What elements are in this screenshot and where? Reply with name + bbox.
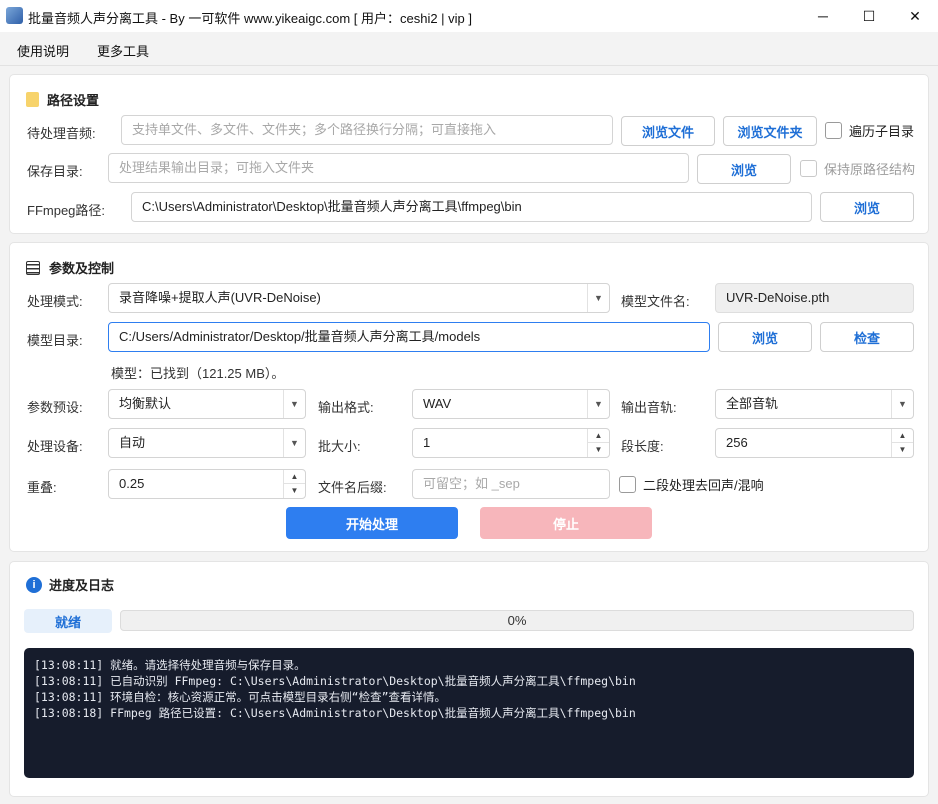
input-audio-label: 待处理音频: xyxy=(27,126,96,141)
keep-structure-checkbox[interactable]: 保持原路径结构 xyxy=(800,159,915,178)
close-icon: ✕ xyxy=(909,7,921,24)
mode-label: 处理模式: xyxy=(27,294,83,309)
title-bar: 批量音频人声分离工具 - By 一可软件 www.yikeaigc.com [ … xyxy=(0,0,938,32)
model-check-button[interactable]: 检查 xyxy=(820,322,914,352)
keep-structure-checkbox-box[interactable] xyxy=(800,160,817,177)
browse-file-button[interactable]: 浏览文件 xyxy=(621,116,715,146)
path-settings-title: 路径设置 xyxy=(26,90,99,109)
output-dir-field[interactable]: 处理结果输出目录；可拖入文件夹 xyxy=(108,153,689,183)
ffmpeg-path-field[interactable]: C:\Users\Administrator\Desktop\批量音频人声分离工… xyxy=(131,192,812,222)
app-icon xyxy=(6,7,23,24)
status-badge: 就绪 xyxy=(24,609,112,633)
output-format-select[interactable]: WAV ▼ xyxy=(412,389,610,419)
model-file-field: UVR-DeNoise.pth xyxy=(715,283,914,313)
second-pass-checkbox[interactable]: 二段处理去回声/混响 xyxy=(619,475,764,494)
window-title: 批量音频人声分离工具 - By 一可软件 www.yikeaigc.com [ … xyxy=(28,11,472,26)
output-track-select-value: 全部音轨 xyxy=(726,396,779,411)
recursive-checkbox[interactable]: 遍历子目录 xyxy=(825,121,914,140)
output-dir-browse-button[interactable]: 浏览 xyxy=(697,154,791,184)
segment-spinbox[interactable]: 256 ▲ ▼ xyxy=(715,428,914,458)
batch-value: 1 xyxy=(423,435,431,450)
recursive-checkbox-box[interactable] xyxy=(825,122,842,139)
output-format-label: 输出格式: xyxy=(318,400,374,415)
output-track-label: 输出音轨: xyxy=(621,400,677,415)
device-label: 处理设备: xyxy=(27,439,83,454)
info-icon: i xyxy=(26,576,42,593)
ffmpeg-browse-button[interactable]: 浏览 xyxy=(820,192,914,222)
model-status-text: 模型：已找到（121.25 MB）。 xyxy=(111,366,285,381)
overlap-label: 重叠: xyxy=(27,480,57,495)
folder-icon xyxy=(26,92,39,107)
close-button[interactable]: ✕ xyxy=(892,0,938,32)
log-line: [13:08:18] FFmpeg 路径已设置: C:\Users\Admini… xyxy=(34,706,636,720)
maximize-button[interactable]: ☐ xyxy=(846,0,892,32)
recursive-checkbox-label: 遍历子目录 xyxy=(849,124,915,139)
params-title-text: 参数及控制 xyxy=(49,261,115,276)
device-select[interactable]: 自动 ▼ xyxy=(108,428,306,458)
path-settings-title-text: 路径设置 xyxy=(47,93,100,108)
model-dir-label: 模型目录: xyxy=(27,333,83,348)
chevron-down-icon[interactable]: ▼ xyxy=(587,390,609,418)
minimize-button[interactable]: ─ xyxy=(800,0,846,32)
log-line: [13:08:11] 就绪。请选择待处理音频与保存目录。 xyxy=(34,658,306,672)
progress-percent: 0% xyxy=(507,613,527,628)
preset-label: 参数预设: xyxy=(27,400,83,415)
progress-bar: 0% xyxy=(120,610,914,631)
log-line: [13:08:11] 环境自检：核心资源正常。可点击模型目录右侧“检查”查看详情… xyxy=(34,690,447,704)
progress-title-text: 进度及日志 xyxy=(49,578,115,593)
mode-select[interactable]: 录音降噪+提取人声(UVR-DeNoise) ▼ xyxy=(108,283,610,313)
chevron-down-icon[interactable]: ▼ xyxy=(283,429,305,457)
menu-bar: 使用说明 更多工具 xyxy=(0,32,938,66)
list-icon xyxy=(26,260,40,275)
minimize-icon: ─ xyxy=(818,8,828,24)
ffmpeg-label: FFmpeg路径: xyxy=(27,203,106,218)
progress-title: i 进度及日志 xyxy=(26,575,114,594)
params-title: 参数及控制 xyxy=(26,258,114,277)
device-select-value: 自动 xyxy=(119,435,146,450)
menu-help[interactable]: 使用说明 xyxy=(17,41,69,60)
menu-more-tools[interactable]: 更多工具 xyxy=(97,41,149,60)
start-button[interactable]: 开始处理 xyxy=(286,507,458,539)
second-pass-checkbox-label: 二段处理去回声/混响 xyxy=(643,478,764,493)
overlap-value: 0.25 xyxy=(119,476,145,491)
keep-structure-checkbox-label: 保持原路径结构 xyxy=(824,162,916,177)
chevron-down-icon[interactable]: ▼ xyxy=(587,284,609,312)
overlap-spinbox[interactable]: 0.25 ▲ ▼ xyxy=(108,469,306,499)
batch-spinbox[interactable]: 1 ▲ ▼ xyxy=(412,428,610,458)
maximize-icon: ☐ xyxy=(862,7,876,24)
stop-button[interactable]: 停止 xyxy=(480,507,652,539)
second-pass-checkbox-box[interactable] xyxy=(619,476,636,493)
preset-select[interactable]: 均衡默认 ▼ xyxy=(108,389,306,419)
log-panel[interactable]: [13:08:11] 就绪。请选择待处理音频与保存目录。 [13:08:11] … xyxy=(24,648,914,778)
segment-label: 段长度: xyxy=(621,439,664,454)
batch-label: 批大小: xyxy=(318,439,361,454)
suffix-label: 文件名后缀: xyxy=(318,480,387,495)
output-track-select[interactable]: 全部音轨 ▼ xyxy=(715,389,914,419)
model-dir-field[interactable]: C:/Users/Administrator/Desktop/批量音频人声分离工… xyxy=(108,322,710,352)
model-file-label: 模型文件名: xyxy=(621,294,690,309)
spin-down-icon[interactable]: ▼ xyxy=(891,443,913,457)
browse-folder-button[interactable]: 浏览文件夹 xyxy=(723,116,817,146)
spin-down-icon[interactable]: ▼ xyxy=(587,443,609,457)
output-format-select-value: WAV xyxy=(423,396,452,411)
log-line: [13:08:11] 已自动识别 FFmpeg: C:\Users\Admini… xyxy=(34,674,636,688)
spin-down-icon[interactable]: ▼ xyxy=(283,484,305,498)
chevron-down-icon[interactable]: ▼ xyxy=(283,390,305,418)
chevron-down-icon[interactable]: ▼ xyxy=(891,390,913,418)
suffix-field[interactable]: 可留空；如 _sep xyxy=(412,469,610,499)
model-dir-browse-button[interactable]: 浏览 xyxy=(718,322,812,352)
mode-select-value: 录音降噪+提取人声(UVR-DeNoise) xyxy=(119,290,321,305)
preset-select-value: 均衡默认 xyxy=(119,396,172,411)
output-dir-label: 保存目录: xyxy=(27,164,83,179)
segment-value: 256 xyxy=(726,435,748,450)
input-audio-field[interactable]: 支持单文件、多文件、文件夹；多个路径换行分隔；可直接拖入 xyxy=(121,115,613,145)
